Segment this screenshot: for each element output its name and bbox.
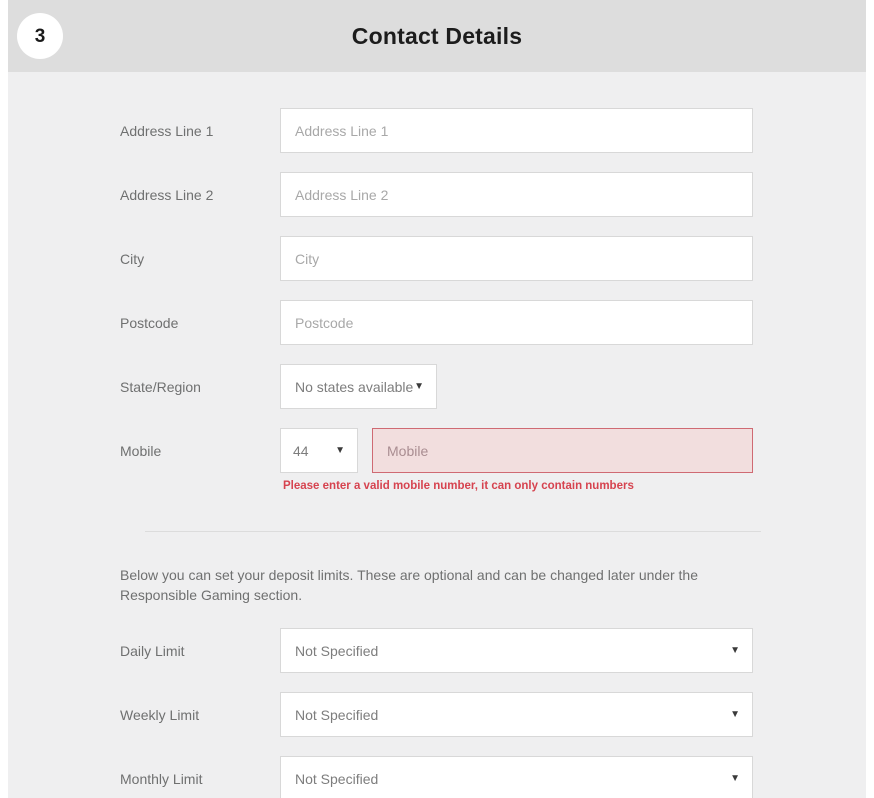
form-row-daily-limit: Daily Limit Not Specified ▼ <box>8 628 866 673</box>
label-postcode: Postcode <box>120 314 179 331</box>
placeholder-mobile: Mobile <box>387 442 429 459</box>
chevron-down-icon: ▼ <box>730 772 740 784</box>
label-weekly-limit: Weekly Limit <box>120 706 200 723</box>
form-row-state-region: State/Region No states available ▼ <box>8 364 866 409</box>
label-state-region: State/Region <box>120 378 201 395</box>
form-row-address-line-1: Address Line 1 Address Line 1 <box>8 108 866 153</box>
section-divider <box>145 531 761 532</box>
deposit-limits-intro: Below you can set your deposit limits. T… <box>120 567 698 603</box>
label-city: City <box>120 250 145 267</box>
select-daily-limit[interactable]: Not Specified ▼ <box>280 628 753 673</box>
select-state-region[interactable]: No states available ▼ <box>280 364 437 409</box>
select-country-code[interactable]: 44 ▼ <box>280 428 358 473</box>
label-address-line-2: Address Line 2 <box>120 186 214 203</box>
label-monthly-limit: Monthly Limit <box>120 770 203 787</box>
select-weekly-limit[interactable]: Not Specified ▼ <box>280 692 753 737</box>
mobile-error-message: Please enter a valid mobile number, it c… <box>283 480 634 492</box>
select-country-code-value: 44 <box>293 442 309 459</box>
select-weekly-limit-value: Not Specified <box>295 706 379 723</box>
placeholder-postcode: Postcode <box>295 314 354 331</box>
form-row-weekly-limit: Weekly Limit Not Specified ▼ <box>8 692 866 737</box>
input-address-line-1[interactable]: Address Line 1 <box>280 108 753 153</box>
label-mobile: Mobile <box>120 442 162 459</box>
placeholder-city: City <box>295 250 320 267</box>
input-mobile[interactable]: Mobile <box>372 428 753 473</box>
input-postcode[interactable]: Postcode <box>280 300 753 345</box>
form-row-city: City City <box>8 236 866 281</box>
form-row-monthly-limit: Monthly Limit Not Specified ▼ <box>8 756 866 798</box>
select-state-region-value: No states available <box>295 378 414 395</box>
placeholder-address-line-2: Address Line 2 <box>295 186 389 203</box>
input-city[interactable]: City <box>280 236 753 281</box>
select-monthly-limit[interactable]: Not Specified ▼ <box>280 756 753 798</box>
chevron-down-icon: ▼ <box>730 708 740 720</box>
chevron-down-icon: ▼ <box>335 444 345 456</box>
select-daily-limit-value: Not Specified <box>295 642 379 659</box>
form-row-mobile: Mobile 44 ▼ Mobile Please enter a valid … <box>8 428 866 492</box>
step-header: 3 Contact Details <box>8 0 866 72</box>
input-address-line-2[interactable]: Address Line 2 <box>280 172 753 217</box>
label-daily-limit: Daily Limit <box>120 642 185 659</box>
page-title: Contact Details <box>351 22 523 49</box>
placeholder-address-line-1: Address Line 1 <box>295 122 389 139</box>
chevron-down-icon: ▼ <box>414 380 424 392</box>
chevron-down-icon: ▼ <box>730 644 740 656</box>
registration-page: 3 Contact Details Address Line 1 Address… <box>0 0 874 798</box>
label-address-line-1: Address Line 1 <box>120 122 214 139</box>
select-monthly-limit-value: Not Specified <box>295 770 379 787</box>
form-row-postcode: Postcode Postcode <box>8 300 866 345</box>
form-panel: Address Line 1 Address Line 1 Address Li… <box>8 72 866 798</box>
form-row-address-line-2: Address Line 2 Address Line 2 <box>8 172 866 217</box>
